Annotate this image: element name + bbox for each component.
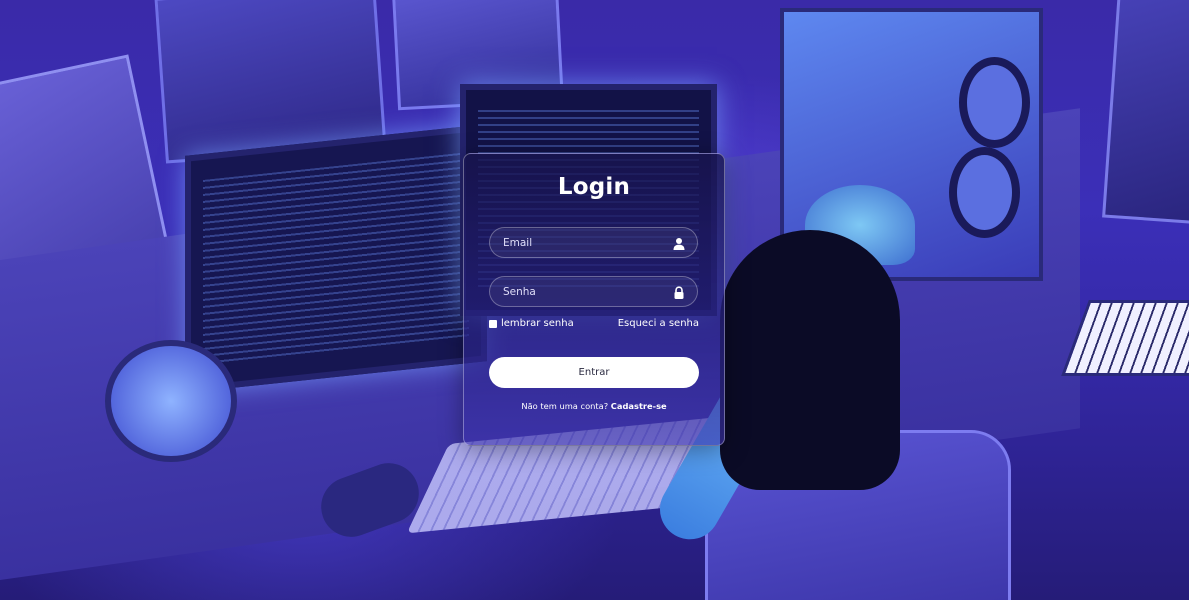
register-link[interactable]: Cadastre-se — [611, 401, 667, 411]
email-field[interactable] — [490, 228, 697, 257]
login-title: Login — [557, 174, 631, 200]
remember-row: lembrar senha Esqueci a senha — [489, 318, 699, 334]
mirror — [105, 340, 237, 462]
login-card: Login lembrar senha Esqueci a senha Entr… — [463, 153, 725, 446]
remember-option[interactable]: lembrar senha — [489, 318, 574, 329]
password-field[interactable] — [490, 277, 697, 306]
piano-keyboard — [1061, 300, 1189, 376]
forgot-password-link[interactable]: Esqueci a senha — [618, 318, 699, 329]
register-prompt: Não tem uma conta? — [521, 401, 609, 411]
password-field-wrapper — [489, 276, 698, 307]
lock-icon — [673, 285, 685, 299]
poster-right — [1102, 0, 1189, 225]
register-row: Não tem uma conta? Cadastre-se — [464, 401, 724, 411]
remember-checkbox[interactable] — [489, 319, 497, 328]
remember-label: lembrar senha — [501, 318, 574, 329]
character-hair — [720, 230, 900, 490]
monitor-left — [185, 124, 487, 393]
user-icon — [673, 236, 685, 250]
submit-button[interactable]: Entrar — [489, 357, 699, 388]
email-field-wrapper — [489, 227, 698, 258]
